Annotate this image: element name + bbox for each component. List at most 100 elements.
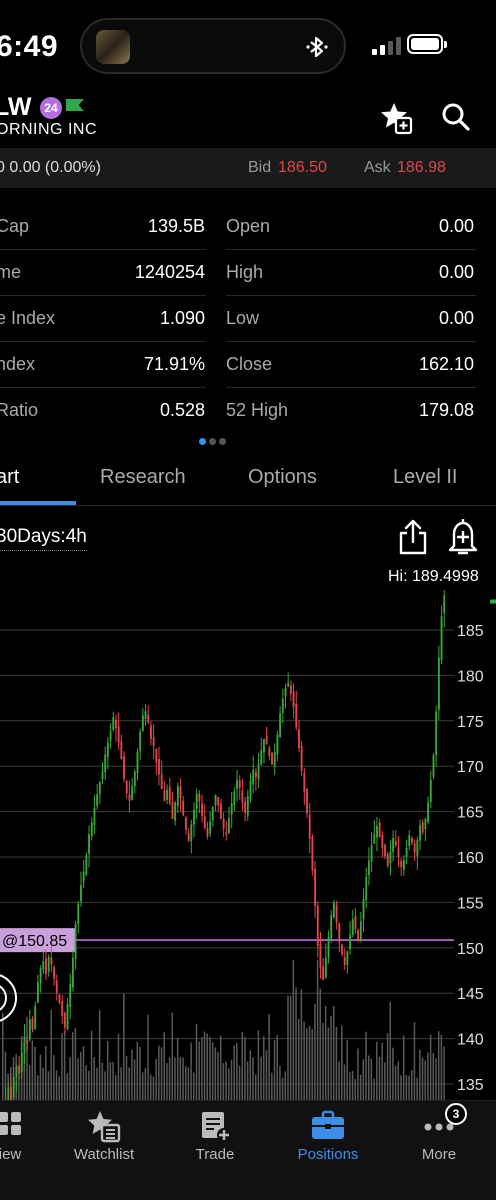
volume-bar (443, 1046, 445, 1100)
chart-high-label: Hi: 189.4998 (388, 568, 479, 585)
candle-body (287, 682, 290, 687)
stat-value: 139.5B (147, 216, 205, 236)
candle-body (36, 982, 39, 1003)
volume-bar (168, 1057, 171, 1100)
volume-bar (411, 1069, 413, 1100)
nav-trade[interactable]: Trade (180, 1101, 250, 1181)
volume-bar (427, 1052, 429, 1100)
candle-body (50, 957, 53, 965)
candle-body (47, 956, 50, 972)
volume-bar (265, 1050, 268, 1100)
crosshair-handle-inner (0, 985, 7, 1011)
nav-overview[interactable]: iew (0, 1101, 40, 1181)
extended-hours-badge: 24 (40, 97, 62, 119)
candle-body (117, 726, 120, 744)
volume-bar (322, 1022, 324, 1100)
candle-body (160, 773, 163, 789)
volume-bar (85, 1065, 87, 1100)
candle-body (365, 876, 368, 900)
tab-chart[interactable]: art (0, 466, 19, 489)
candle-body (411, 837, 413, 843)
period-selector[interactable]: 30Days:4h (0, 526, 87, 551)
volume-bar (300, 989, 303, 1100)
search-icon[interactable] (440, 101, 472, 133)
notification-badge: 3 (445, 1103, 467, 1125)
candle-body (125, 780, 128, 794)
candle-body (150, 725, 152, 739)
volume-bar (244, 1036, 246, 1100)
price-chart[interactable]: 185 180 175 170 165 160 155 150 145 140 135 @150.85 (0, 590, 496, 1100)
candle-body (343, 957, 346, 966)
bluetooth-icon (306, 36, 328, 58)
volume-bar (90, 1030, 93, 1100)
candle-body (335, 904, 338, 923)
volume-bar (141, 1072, 144, 1100)
tab-level-ii[interactable]: Level II (393, 466, 457, 489)
volume-bar (201, 1036, 203, 1100)
candle-body (249, 780, 252, 800)
add-to-watchlist-button[interactable] (378, 100, 414, 136)
bid-price: 186.50 (278, 159, 327, 176)
candle-body (174, 802, 177, 821)
volume-bar (171, 1012, 174, 1100)
tab-options[interactable]: Options (248, 466, 317, 489)
share-icon[interactable] (397, 518, 429, 556)
tab-research[interactable]: Research (100, 466, 186, 489)
candle-body (419, 825, 421, 841)
stat-label: Open (226, 216, 271, 236)
candle-body (63, 1012, 66, 1028)
candle-body (236, 779, 238, 789)
dynamic-island[interactable] (80, 18, 346, 74)
stat-label: Ratio (0, 400, 39, 420)
volume-bar (193, 1072, 195, 1100)
volume-bar (359, 1074, 362, 1100)
candle-body (357, 929, 360, 941)
candle-body (147, 714, 150, 723)
bottom-nav: iew Watchlist Trade Positions More (0, 1100, 496, 1200)
candle-body (53, 967, 56, 979)
volume-bar (273, 1040, 276, 1100)
candle-body (96, 794, 99, 806)
grid-icon (0, 1112, 21, 1135)
volume-bar (400, 1075, 402, 1100)
volume-bar (246, 1061, 249, 1100)
volume-bar (314, 1003, 316, 1100)
stat-value: 179.08 (418, 400, 474, 420)
candle-body (228, 817, 230, 833)
volume-bar (429, 1034, 432, 1100)
volume-bar (150, 1074, 152, 1100)
stat-value: 0.00 (438, 262, 474, 282)
candle-body (338, 923, 341, 943)
volume-bar (338, 1061, 340, 1100)
candle-body (381, 834, 384, 848)
volume-bar (397, 1061, 400, 1100)
volume-bar (160, 1047, 163, 1100)
candle-body (298, 729, 300, 749)
candle-body (225, 832, 228, 835)
volume-bar (184, 1066, 187, 1100)
candle-body (12, 1076, 15, 1099)
volume-bar (203, 1031, 206, 1100)
nav-watchlist[interactable]: Watchlist (66, 1101, 142, 1181)
trade-icon (202, 1112, 231, 1142)
nav-positions[interactable]: Positions (288, 1101, 368, 1181)
candle-body (392, 837, 395, 852)
nav-label: iew (0, 1146, 22, 1163)
candle-body (402, 859, 405, 870)
company-name: ORNING INC (0, 121, 97, 138)
candle-body (176, 786, 179, 806)
volume-bar (295, 987, 297, 1100)
candle-body (373, 834, 376, 844)
volume-bar (319, 988, 322, 1100)
nav-label: Positions (297, 1146, 359, 1163)
volume-bar (343, 1064, 346, 1100)
candle-body (327, 936, 330, 959)
volume-bar (354, 1078, 357, 1100)
price-alert-icon[interactable] (446, 516, 480, 556)
volume-bar (241, 1032, 243, 1100)
candle-body (292, 691, 295, 708)
candle-body (386, 853, 389, 867)
candle-body (209, 821, 212, 835)
volume-bar (268, 1014, 270, 1100)
page-indicator[interactable] (199, 432, 229, 450)
